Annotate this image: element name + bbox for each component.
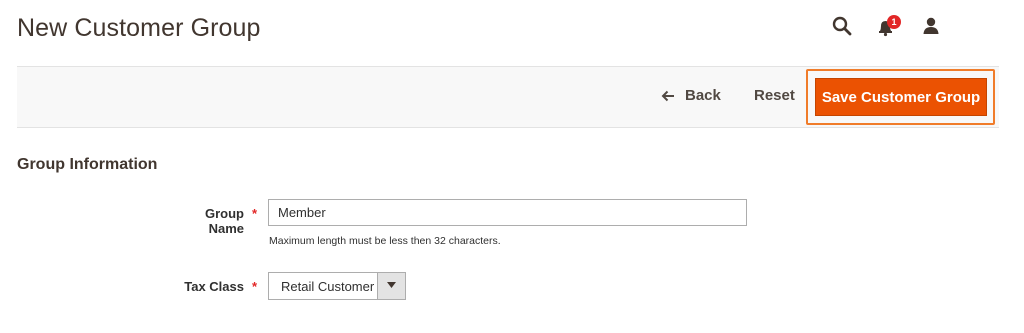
tax-class-select[interactable]: Retail Customer bbox=[268, 272, 406, 300]
save-customer-group-button[interactable]: Save Customer Group bbox=[815, 78, 987, 116]
required-asterisk: * bbox=[252, 206, 258, 221]
tax-class-label: Tax Class bbox=[184, 279, 244, 294]
notification-badge[interactable]: 1 bbox=[887, 15, 901, 29]
reset-button[interactable]: Reset bbox=[754, 87, 795, 104]
page-actions-toolbar: Back Reset Save Customer Group bbox=[17, 66, 999, 128]
back-button[interactable]: Back bbox=[661, 87, 721, 104]
group-name-note: Maximum length must be less then 32 char… bbox=[269, 235, 501, 247]
page: New Customer Group 1 Back Reset Save Cus… bbox=[0, 0, 1024, 333]
search-icon[interactable] bbox=[832, 16, 852, 36]
group-name-input[interactable] bbox=[268, 199, 747, 226]
back-button-label: Back bbox=[685, 87, 721, 104]
select-toggle[interactable] bbox=[377, 273, 405, 299]
caret-down-icon bbox=[387, 282, 396, 288]
header-actions: 1 bbox=[0, 12, 1024, 42]
required-asterisk: * bbox=[252, 279, 258, 294]
tax-class-selected-value: Retail Customer bbox=[281, 279, 375, 294]
arrow-left-icon bbox=[661, 90, 675, 102]
section-title: Group Information bbox=[17, 156, 158, 173]
user-icon[interactable] bbox=[921, 16, 941, 36]
group-name-label: Group Name bbox=[205, 206, 244, 236]
